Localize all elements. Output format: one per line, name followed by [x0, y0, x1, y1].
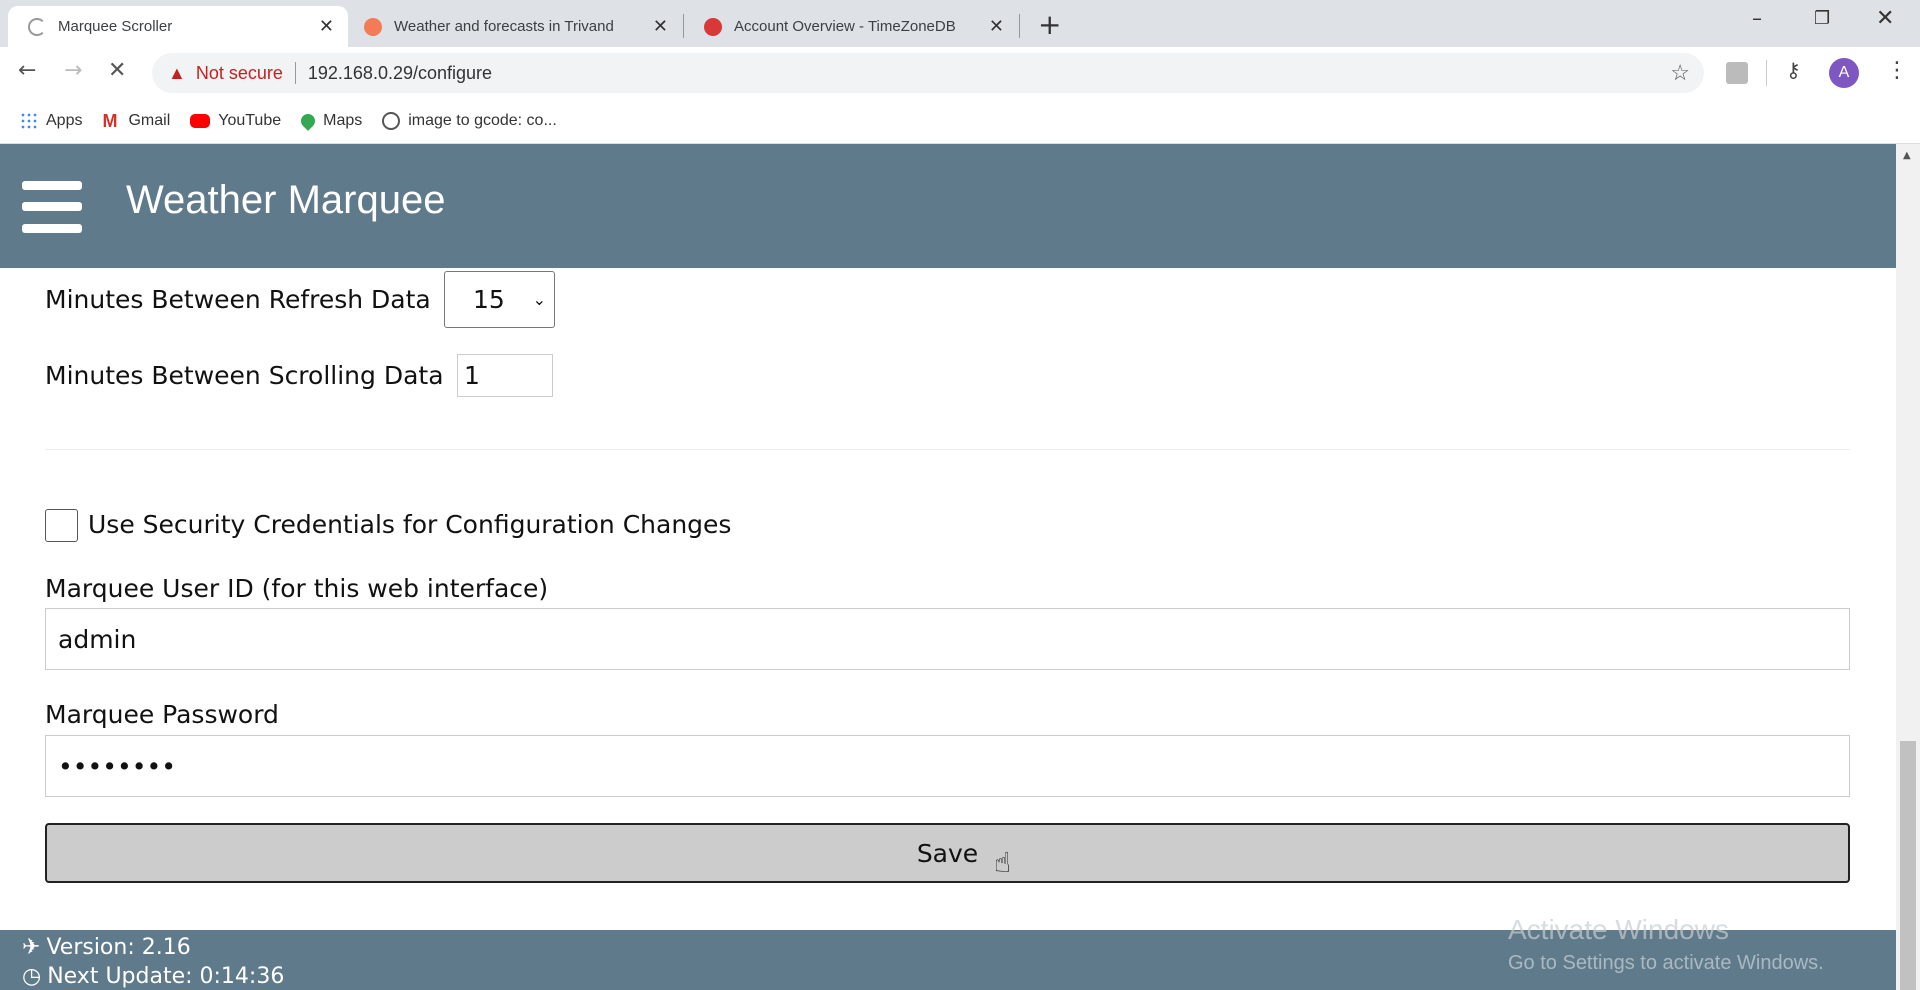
- save-label: Save: [916, 838, 979, 868]
- version-row: ✈ Version: 2.16: [22, 935, 191, 960]
- maps-pin-icon: [298, 110, 319, 131]
- next-update-row: ◷ Next Update: 0:14:36: [22, 964, 284, 989]
- scrollbar-thumb[interactable]: [1900, 741, 1916, 990]
- activate-windows-watermark: Activate Windows Go to Settings to activ…: [1508, 914, 1824, 975]
- tab-weather[interactable]: Weather and forecasts in Trivand ✕: [348, 6, 682, 47]
- scroll-minutes-input[interactable]: 1: [457, 354, 553, 397]
- security-checkbox-label[interactable]: Use Security Credentials for Configurati…: [88, 510, 731, 539]
- minimize-button[interactable]: –: [1752, 6, 1762, 30]
- paper-plane-icon: ✈: [22, 935, 41, 960]
- timezonedb-favicon-icon: [704, 17, 722, 36]
- input-value: ••••••••: [58, 751, 176, 781]
- divider: [45, 449, 1850, 450]
- chevron-down-icon: ⌄: [532, 290, 546, 309]
- stop-loading-button[interactable]: ✕: [108, 58, 126, 83]
- security-checkbox[interactable]: [45, 509, 78, 542]
- menu-kebab-icon[interactable]: ⋮: [1886, 58, 1908, 83]
- star-icon[interactable]: ☆: [1670, 60, 1690, 86]
- tab-title: Account Overview - TimeZoneDB: [734, 18, 956, 35]
- userid-label: Marquee User ID (for this web interface): [45, 574, 549, 603]
- selected-value: 15: [473, 285, 505, 314]
- youtube-icon: [190, 113, 211, 128]
- bookmark-gcode[interactable]: image to gcode: co...: [382, 111, 557, 130]
- tab-title: Marquee Scroller: [58, 18, 173, 35]
- scroll-up-arrow-icon[interactable]: ▲: [1903, 150, 1911, 161]
- watermark-subtitle: Go to Settings to activate Windows.: [1508, 952, 1824, 974]
- globe-icon: [382, 111, 401, 130]
- tab-title: Weather and forecasts in Trivand: [394, 18, 614, 35]
- security-indicator[interactable]: Not secure: [196, 63, 283, 84]
- vertical-scrollbar[interactable]: ▲: [1896, 144, 1920, 990]
- close-window-button[interactable]: ✕: [1876, 6, 1894, 31]
- bookmark-label: Apps: [46, 111, 83, 129]
- tab-separator: [1019, 14, 1020, 38]
- profile-avatar[interactable]: A: [1829, 58, 1859, 88]
- watermark-title: Activate Windows: [1508, 914, 1729, 945]
- password-label: Marquee Password: [45, 700, 279, 729]
- refresh-label: Minutes Between Refresh Data: [45, 285, 431, 314]
- gmail-icon: M: [102, 110, 118, 131]
- save-button[interactable]: Save: [45, 823, 1850, 883]
- extension-icon[interactable]: [1726, 62, 1748, 84]
- new-tab-button[interactable]: +: [1038, 8, 1061, 41]
- bookmark-label: Gmail: [128, 111, 171, 129]
- avatar-initial: A: [1838, 64, 1850, 81]
- address-bar[interactable]: ▲ Not secure 192.168.0.29/configure ☆: [152, 53, 1704, 93]
- back-button[interactable]: ←: [18, 58, 36, 83]
- input-value: admin: [58, 624, 137, 654]
- tab-timezonedb[interactable]: Account Overview - TimeZoneDB ✕: [684, 6, 1018, 47]
- loading-spinner-icon: [28, 17, 46, 36]
- tab-strip: Marquee Scroller ✕ Weather and forecasts…: [0, 0, 1920, 47]
- tab-marquee-scroller[interactable]: Marquee Scroller ✕: [8, 6, 348, 47]
- divider: [1766, 60, 1767, 86]
- bookmark-gmail[interactable]: M Gmail: [102, 112, 170, 130]
- bookmarks-bar: Apps M Gmail YouTube Maps image to gcode:…: [0, 98, 1920, 144]
- divider: [294, 62, 296, 84]
- bookmark-youtube[interactable]: YouTube: [190, 112, 281, 130]
- url-text: 192.168.0.29/configure: [307, 62, 493, 83]
- forward-button[interactable]: →: [64, 58, 82, 83]
- userid-input[interactable]: admin: [45, 608, 1850, 670]
- bookmark-label: image to gcode: co...: [408, 111, 557, 129]
- bookmark-apps[interactable]: Apps: [20, 111, 83, 130]
- restore-button[interactable]: ❐: [1814, 8, 1830, 29]
- next-update-text: Next Update: 0:14:36: [47, 964, 285, 989]
- version-text: Version: 2.16: [46, 935, 191, 960]
- close-tab-icon[interactable]: ✕: [989, 16, 1004, 37]
- scroll-label: Minutes Between Scrolling Data: [45, 361, 444, 390]
- weather-favicon-icon: [364, 17, 382, 36]
- apps-grid-icon: [20, 111, 38, 130]
- refresh-minutes-select[interactable]: 15 ⌄: [444, 271, 555, 328]
- bookmark-label: Maps: [323, 111, 363, 129]
- app-title: Weather Marquee: [126, 178, 446, 222]
- key-icon[interactable]: ⚷: [1786, 58, 1801, 82]
- close-tab-icon[interactable]: ✕: [653, 16, 668, 37]
- close-tab-icon[interactable]: ✕: [319, 16, 334, 37]
- password-input[interactable]: ••••••••: [45, 735, 1850, 797]
- hand-cursor-icon: ☝: [994, 846, 1012, 879]
- bookmark-maps[interactable]: Maps: [298, 110, 363, 131]
- bookmark-label: YouTube: [218, 111, 282, 129]
- input-value: 1: [464, 361, 480, 390]
- clock-icon: ◷: [22, 964, 42, 989]
- warning-icon: ▲: [168, 62, 186, 83]
